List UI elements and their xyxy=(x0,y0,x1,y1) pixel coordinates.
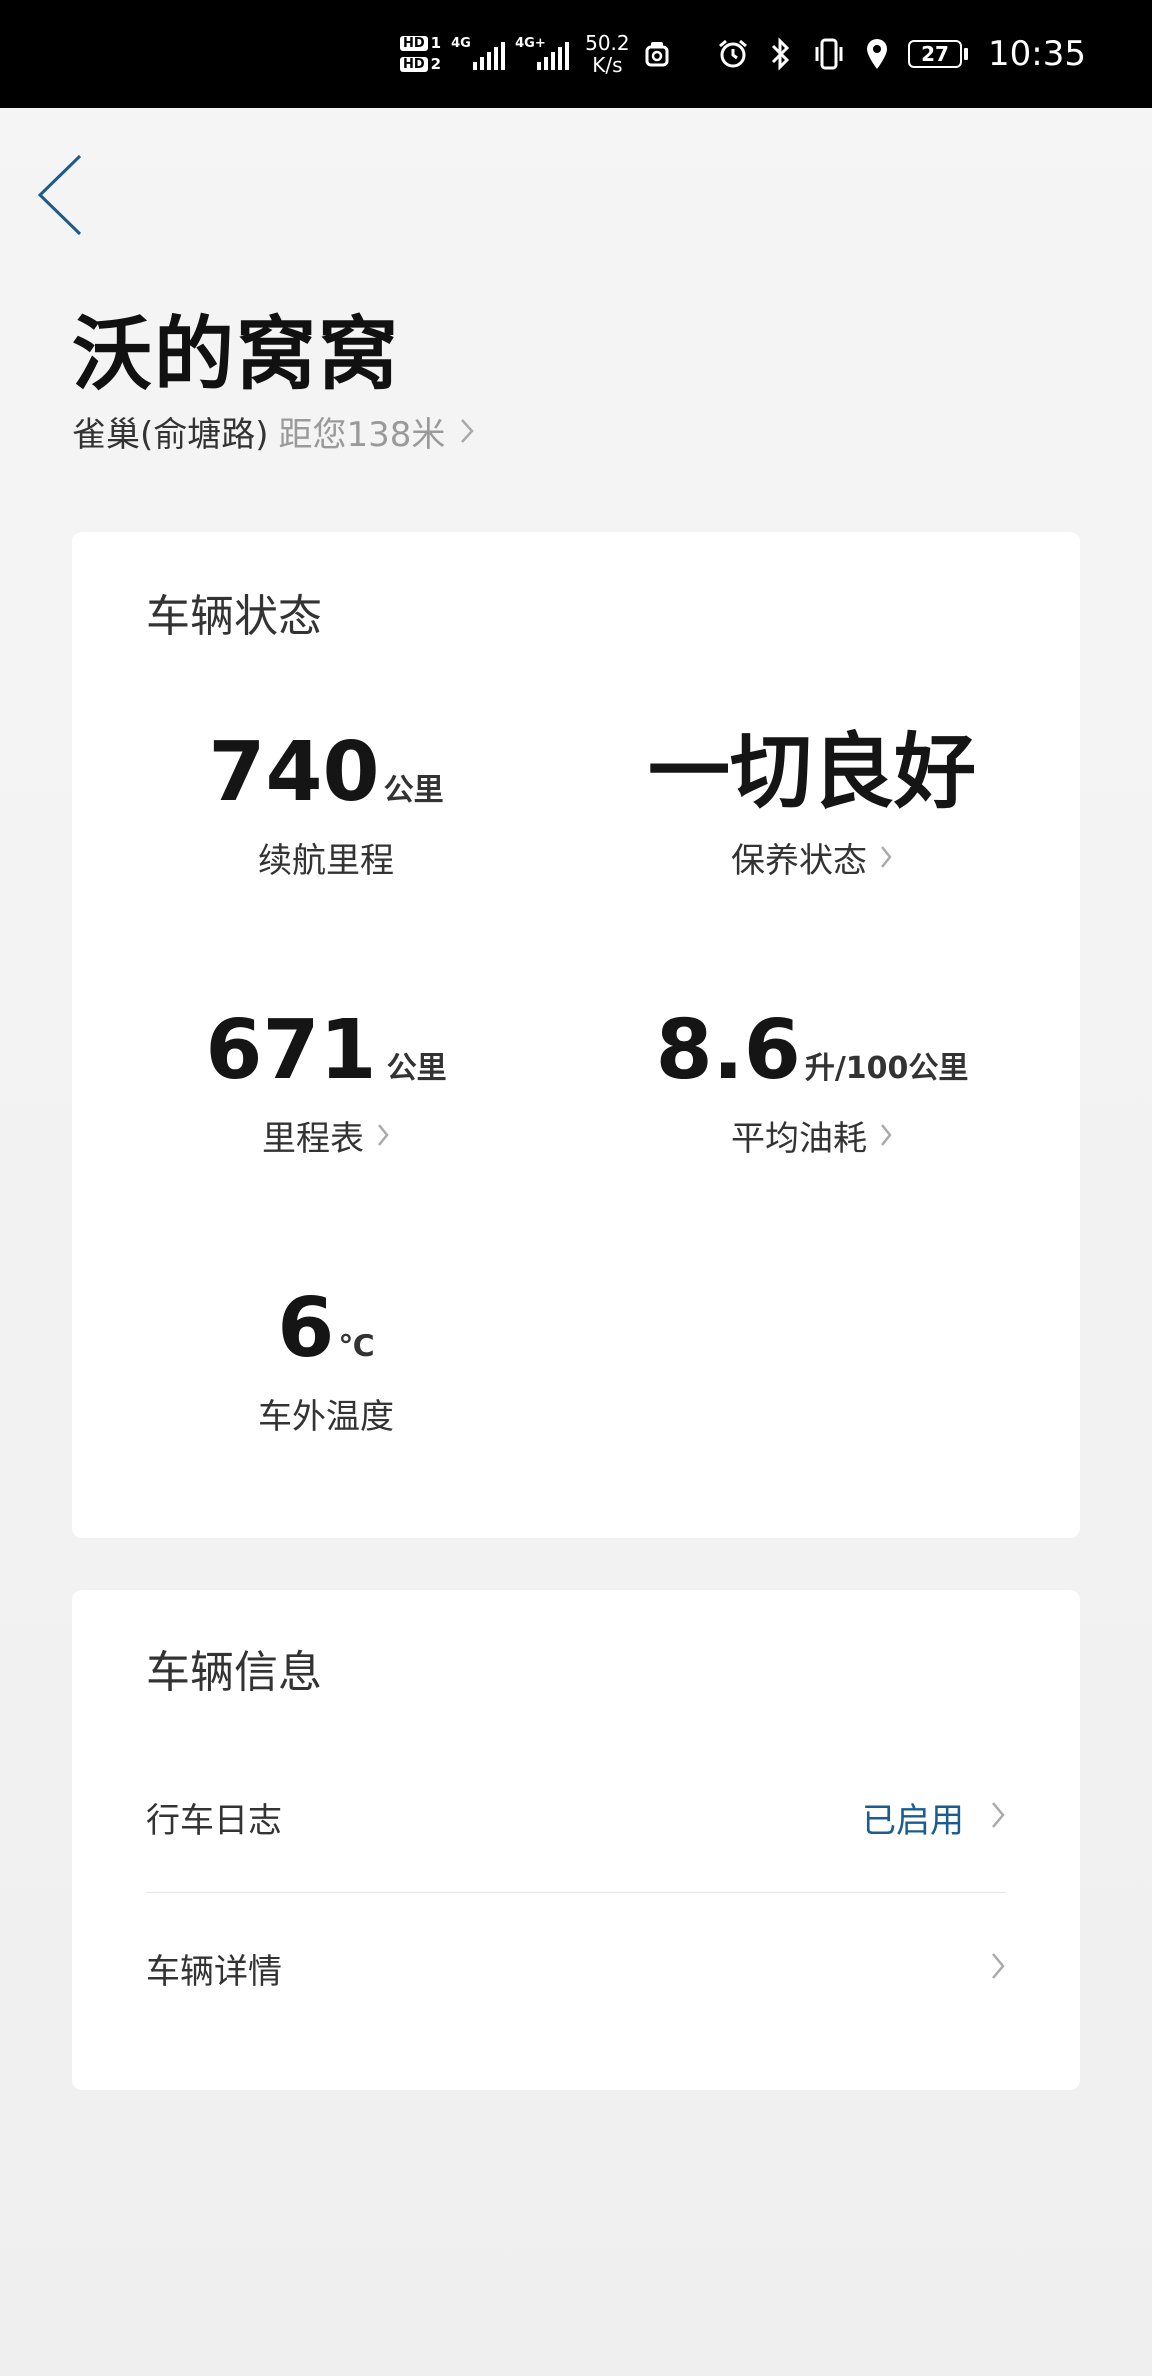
chevron-right-icon xyxy=(376,1122,390,1148)
temperature-value: 6 xyxy=(277,1281,335,1376)
chevron-right-icon xyxy=(879,1122,893,1148)
notification-app-icon xyxy=(640,37,674,71)
vibrate-icon xyxy=(812,37,846,71)
maintenance-label: 保养状态 xyxy=(731,840,867,881)
stat-maintenance[interactable]: 一切良好 保养状态 xyxy=(562,732,1062,882)
location-distance: 距您138米 xyxy=(278,414,446,455)
list-item-vehicle-details[interactable]: 车辆详情 xyxy=(146,1893,1006,2043)
odometer-value: 671 xyxy=(205,1003,377,1098)
chevron-right-icon xyxy=(990,1951,1006,1985)
page-title: 沃的窝窝 xyxy=(72,308,400,401)
bluetooth-icon xyxy=(764,37,798,71)
fuel-consumption-label: 平均油耗 xyxy=(731,1118,867,1159)
vehicle-info-title: 车辆信息 xyxy=(146,1647,322,1698)
battery-level: 27 xyxy=(921,42,949,66)
hd-voice-2-icon: HD 2 xyxy=(400,57,441,72)
chevron-right-icon xyxy=(990,1800,1006,1834)
list-item-driving-log[interactable]: 行车日志 已启用 xyxy=(146,1742,1006,1892)
driving-log-label: 行车日志 xyxy=(146,1800,282,1841)
driving-log-status: 已启用 xyxy=(862,1800,964,1841)
stat-fuel-consumption[interactable]: 8.6 升/100公里 平均油耗 xyxy=(562,1010,1062,1160)
location-row[interactable]: 雀巢(俞塘路) 距您138米 xyxy=(72,408,475,455)
odometer-label: 里程表 xyxy=(262,1118,364,1159)
stat-outside-temperature: 6 ℃ 车外温度 xyxy=(76,1288,576,1438)
fuel-consumption-unit: 升/100公里 xyxy=(804,1051,969,1086)
vehicle-details-label: 车辆详情 xyxy=(146,1951,282,1992)
status-bar-left: HD 1 HD 2 4G 4G+ 50.2 K/s xyxy=(400,0,674,108)
vehicle-status-title: 车辆状态 xyxy=(146,591,322,642)
status-clock: 10:35 xyxy=(988,34,1086,74)
alarm-icon xyxy=(716,37,750,71)
temperature-label: 车外温度 xyxy=(258,1396,394,1437)
maintenance-value: 一切良好 xyxy=(647,725,976,820)
range-unit: 公里 xyxy=(383,773,444,808)
signal-sim2-icon: 4G+ xyxy=(515,34,570,74)
battery-icon: 27 xyxy=(908,40,969,68)
chevron-right-icon xyxy=(879,844,893,870)
back-button[interactable] xyxy=(30,150,90,240)
odometer-unit: 公里 xyxy=(386,1051,447,1086)
vehicle-info-card: 车辆信息 行车日志 已启用 车辆详情 xyxy=(72,1590,1080,2090)
chevron-right-icon xyxy=(459,417,475,445)
stat-range: 740 公里 续航里程 xyxy=(76,732,576,882)
stat-odometer[interactable]: 671 公里 里程表 xyxy=(76,1010,576,1160)
location-icon xyxy=(860,37,894,71)
hd-voice-1-icon: HD 1 xyxy=(400,36,441,51)
signal-sim1-icon: 4G xyxy=(451,34,506,74)
network-speed: 50.2 K/s xyxy=(585,31,630,77)
status-bar-right: 27 10:35 xyxy=(716,0,1086,108)
temperature-unit: ℃ xyxy=(338,1329,375,1364)
vehicle-status-card: 车辆状态 740 公里 续航里程 一切良好 保养状态 671 公里 里程表 8.… xyxy=(72,532,1080,1538)
location-name: 雀巢(俞塘路) xyxy=(72,414,269,455)
range-value: 740 xyxy=(208,725,380,820)
range-label: 续航里程 xyxy=(258,840,394,881)
chevron-left-icon xyxy=(37,154,82,236)
fuel-consumption-value: 8.6 xyxy=(655,1003,801,1098)
hd-indicators: HD 1 HD 2 xyxy=(400,36,441,72)
status-bar: HD 1 HD 2 4G 4G+ 50.2 K/s 27 10:35 xyxy=(0,0,1152,108)
